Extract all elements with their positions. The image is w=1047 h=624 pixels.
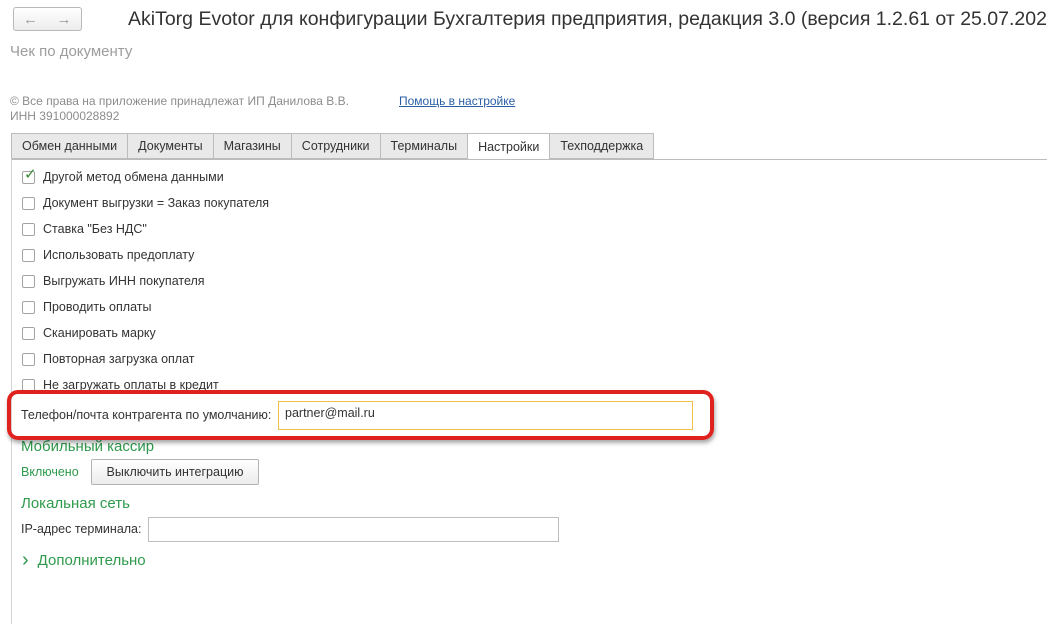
checkbox-label: Сканировать марку xyxy=(43,326,156,340)
tab-employees[interactable]: Сотрудники xyxy=(290,133,381,159)
checkbox[interactable]: ✓ xyxy=(22,167,37,184)
checkbox-row-scan-mark[interactable]: Сканировать марку xyxy=(22,324,156,342)
tab-settings[interactable]: Настройки xyxy=(467,133,551,160)
checkbox[interactable] xyxy=(22,352,35,366)
checkmark-icon: ✓ xyxy=(24,165,37,183)
forward-button[interactable]: → xyxy=(47,7,82,31)
tab-documents[interactable]: Документы xyxy=(127,133,214,159)
integration-status: Включено xyxy=(21,465,79,479)
form-subtitle: Чек по документу xyxy=(10,43,133,60)
copyright-block: © Все права на приложение принадлежат ИП… xyxy=(10,94,349,124)
checkbox[interactable] xyxy=(22,196,35,210)
checkbox-label: Другой метод обмена данными xyxy=(43,170,224,184)
checkbox[interactable] xyxy=(22,326,35,340)
help-link[interactable]: Помощь в настройке xyxy=(399,94,515,108)
arrow-left-icon: ← xyxy=(23,10,38,28)
checkbox-row-reload-payments[interactable]: Повторная загрузка оплат xyxy=(22,350,195,368)
window-title: AkiTorg Evotor для конфигурации Бухгалте… xyxy=(128,8,1047,30)
tab-bar: Обмен данными Документы Магазины Сотрудн… xyxy=(11,133,655,160)
ip-address-input[interactable] xyxy=(148,517,559,542)
checkbox[interactable] xyxy=(22,248,35,262)
checkbox-label: Документ выгрузки = Заказ покупателя xyxy=(43,196,270,210)
copyright-text: © Все права на приложение принадлежат ИП… xyxy=(10,94,349,108)
checkbox-row-prepayment[interactable]: Использовать предоплату xyxy=(22,246,194,264)
checkbox-label: Повторная загрузка оплат xyxy=(43,352,195,366)
tab-divider xyxy=(11,159,1047,160)
checkbox-row-export-inn[interactable]: Выгружать ИНН покупателя xyxy=(22,272,205,290)
checkbox-label: Ставка "Без НДС" xyxy=(43,222,147,236)
advanced-group-toggle[interactable]: › Дополнительно xyxy=(22,550,146,570)
arrow-right-icon: → xyxy=(56,10,72,28)
checkbox-row-export-document[interactable]: Документ выгрузки = Заказ покупателя xyxy=(22,194,269,212)
inn-text: ИНН 391000028892 xyxy=(10,109,120,123)
checkbox-row-other-exchange[interactable]: ✓ Другой метод обмена данными xyxy=(22,167,224,186)
checkbox-label: Использовать предоплату xyxy=(43,248,195,262)
tab-stores[interactable]: Магазины xyxy=(212,133,292,159)
checkbox-label: Выгружать ИНН покупателя xyxy=(43,274,205,288)
local-network-title: Локальная сеть xyxy=(21,495,130,512)
highlight-frame xyxy=(7,390,714,440)
checkbox-row-no-vat[interactable]: Ставка "Без НДС" xyxy=(22,220,147,238)
checkbox-label: Проводить оплаты xyxy=(43,300,152,314)
disable-integration-button[interactable]: Выключить интеграцию xyxy=(91,459,259,485)
back-button[interactable]: ← xyxy=(13,7,48,31)
advanced-title: Дополнительно xyxy=(37,551,146,569)
chevron-right-icon: › xyxy=(22,549,29,571)
mobile-cashier-title: Мобильный кассир xyxy=(21,438,155,455)
checkbox-row-post-payments[interactable]: Проводить оплаты xyxy=(22,298,151,316)
tab-terminals[interactable]: Терминалы xyxy=(379,133,469,159)
checkbox[interactable] xyxy=(22,222,35,236)
ip-address-label: IP-адрес терминала: xyxy=(21,522,142,536)
checkbox[interactable] xyxy=(22,300,35,314)
tab-exchange[interactable]: Обмен данными xyxy=(11,133,129,159)
checkbox[interactable] xyxy=(22,274,35,288)
tab-support[interactable]: Техподдержка xyxy=(549,133,655,159)
